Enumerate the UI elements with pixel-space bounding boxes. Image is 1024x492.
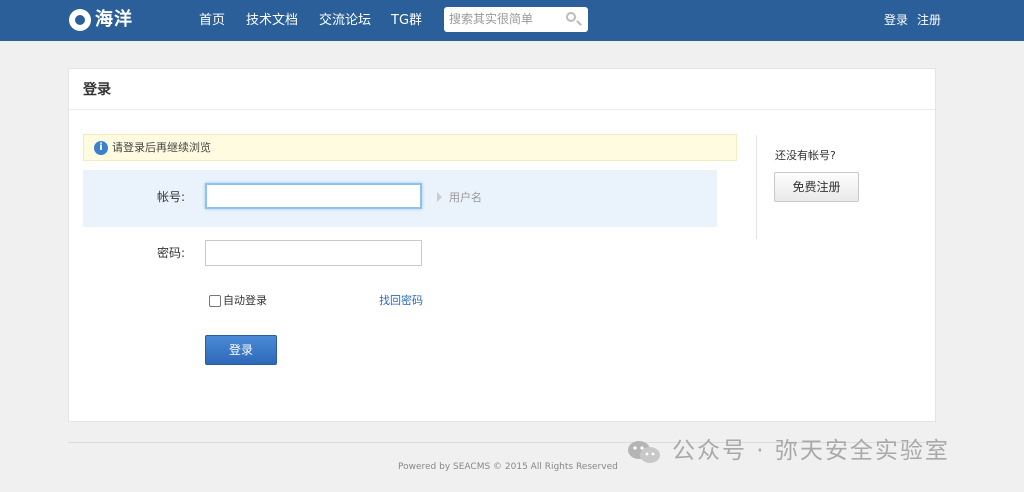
- search-placeholder: 搜索其实很简单: [449, 12, 534, 26]
- autologin-checkbox[interactable]: [209, 295, 221, 307]
- login-notice: i 请登录后再继续浏览: [83, 134, 737, 161]
- wechat-icon: [628, 441, 660, 463]
- free-register-button[interactable]: 免费注册: [774, 172, 859, 202]
- footer-copyright: Powered by SEACMS © 2015 All Rights Rese…: [398, 462, 618, 472]
- hint-arrow-icon: [437, 192, 442, 202]
- search-input[interactable]: 搜索其实很简单: [444, 7, 588, 32]
- username-hint: 用户名: [449, 191, 482, 204]
- top-navbar: 海洋 首页 技术文档 交流论坛 TG群 搜索其实很简单 登录 注册: [0, 0, 1024, 41]
- search-icon[interactable]: [566, 12, 576, 22]
- nav-item-tg-group[interactable]: TG群: [391, 0, 422, 41]
- header-register-link[interactable]: 注册: [917, 13, 941, 27]
- panel-divider: [69, 109, 935, 110]
- logo-icon: [69, 9, 91, 31]
- password-field[interactable]: [205, 240, 422, 266]
- no-account-text: 还没有帐号?: [775, 149, 836, 162]
- panel-title: 登录: [83, 82, 111, 98]
- password-label: 密码:: [156, 246, 185, 260]
- logo-text: 海洋: [95, 9, 133, 30]
- header-login-link[interactable]: 登录: [884, 13, 908, 27]
- username-field[interactable]: [205, 183, 422, 209]
- username-label: 帐号:: [156, 190, 185, 204]
- forgot-password-link[interactable]: 找回密码: [379, 292, 423, 308]
- notice-text: 请登录后再继续浏览: [112, 141, 211, 154]
- login-panel: 登录 i 请登录后再继续浏览 帐号: 用户名 密码: 自动登录 找回密码 登录 …: [68, 68, 936, 422]
- watermark-text: 公众号 · 弥天安全实验室: [672, 438, 950, 464]
- nav-item-docs[interactable]: 技术文档: [246, 0, 298, 41]
- site-logo[interactable]: 海洋: [69, 7, 149, 33]
- side-divider: [756, 135, 757, 239]
- user-links: 登录 注册: [884, 0, 950, 41]
- login-button[interactable]: 登录: [205, 335, 277, 365]
- nav-item-home[interactable]: 首页: [199, 0, 225, 41]
- info-icon: i: [94, 141, 108, 155]
- autologin-label[interactable]: 自动登录: [223, 292, 267, 308]
- nav-item-forum[interactable]: 交流论坛: [319, 0, 371, 41]
